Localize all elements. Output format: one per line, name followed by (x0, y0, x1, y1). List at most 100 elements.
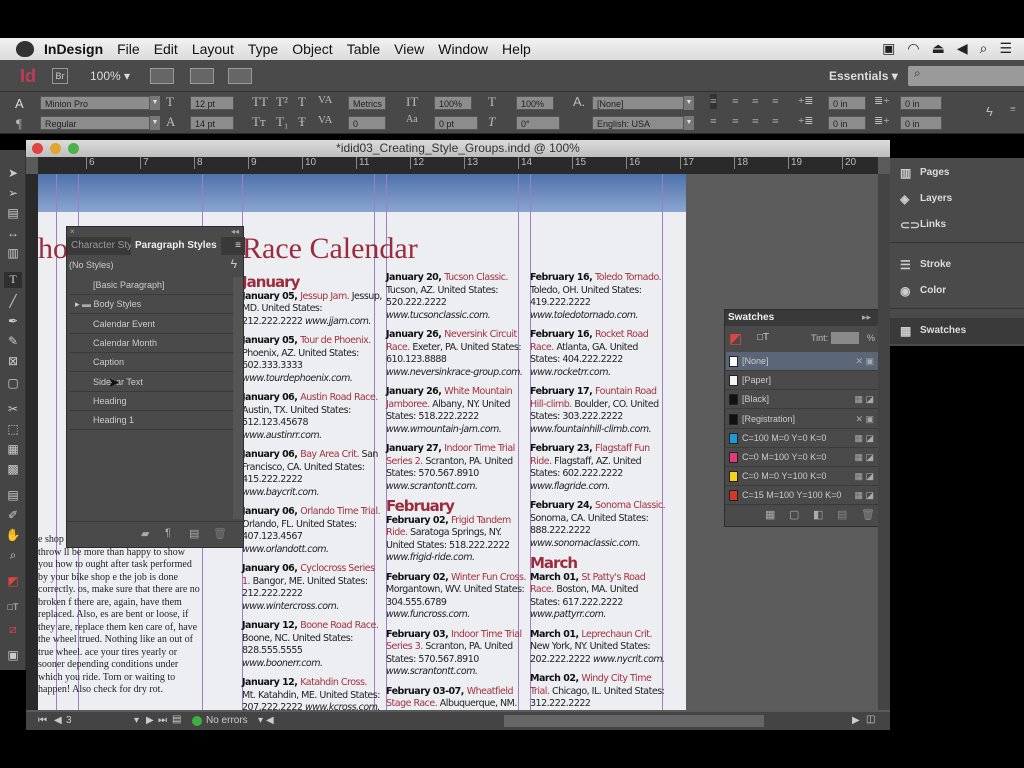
page-number-field[interactable]: 3 (66, 715, 136, 726)
pencil-tool-icon[interactable]: ✎ (4, 334, 22, 350)
language-select[interactable]: English: USA (592, 116, 684, 130)
vertical-ruler[interactable] (26, 174, 38, 710)
zoom-tool-icon[interactable]: ⌕ (4, 548, 22, 564)
menu-table[interactable]: Table (347, 41, 380, 57)
swatch-item[interactable]: [Black] ▦ ◪ (726, 390, 878, 410)
last-page-button[interactable]: ⏭ (158, 715, 167, 726)
type-tool-icon[interactable]: T (4, 272, 22, 288)
screen-mode-icon[interactable] (190, 68, 214, 84)
minimize-window-button[interactable] (50, 143, 61, 154)
scroll-left-button[interactable]: ◀ (266, 715, 274, 726)
apple-icon[interactable] (16, 41, 34, 57)
paragraph-style-item[interactable]: Heading 1 (69, 411, 233, 431)
help-search-input[interactable]: ⌕ (908, 66, 1024, 86)
calendar-event[interactable]: February 02, Winter Fun Cross. Morgantow… (386, 572, 526, 622)
baseline-shift-field[interactable]: 0 pt (434, 116, 478, 130)
character-formatting-icon[interactable]: A (15, 96, 24, 111)
eyedropper-tool-icon[interactable]: ✐ (4, 508, 22, 524)
delete-swatch-icon[interactable]: 🗑 (861, 508, 875, 521)
menu-help[interactable]: Help (502, 41, 531, 57)
align-center-icon[interactable]: ≡ (732, 94, 739, 109)
free-transform-tool-icon[interactable]: ⬚ (4, 422, 22, 438)
justify-all-icon[interactable]: ≡ (752, 114, 759, 129)
leading-field[interactable]: 14 pt (190, 116, 234, 130)
volume-icon[interactable]: ◀ (957, 40, 968, 57)
show-color-swatches-icon[interactable]: ▢ (789, 508, 799, 521)
workspace-switcher[interactable]: Essentials ▾ (829, 69, 898, 83)
skew-field[interactable]: 0° (516, 116, 560, 130)
vertical-scale-field[interactable]: 100% (434, 96, 472, 110)
split-window-icon[interactable]: ◫ (866, 714, 875, 725)
eject-icon[interactable]: ⏏ (932, 40, 945, 57)
selection-tool-icon[interactable]: ➤ (4, 166, 22, 182)
swatch-item[interactable]: [None] ✕ ▣ (726, 352, 878, 371)
paragraph-formatting-icon[interactable]: ¶ (16, 116, 22, 132)
collapse-panel-icon[interactable]: ◂◂ (231, 227, 239, 236)
calendar-event[interactable]: January 06, Orlando Time Trial. Orlando,… (242, 506, 382, 556)
font-family-field[interactable]: Minion Pro (40, 96, 150, 110)
calendar-event[interactable]: January 26, White Mountain Jamboree. Alb… (386, 386, 526, 436)
page-dropdown-icon[interactable]: ▾ (134, 715, 139, 726)
line-tool-icon[interactable]: ╱ (4, 294, 22, 310)
calendar-event[interactable]: January 12, Katahdin Cross. Mt. Katahdin… (242, 677, 382, 710)
kerning-field[interactable]: Metrics (348, 96, 386, 110)
chevron-down-icon[interactable]: ▼ (684, 116, 694, 130)
calendar-event[interactable]: February 03, Indoor Time Trial Series 3.… (386, 629, 526, 679)
menu-type[interactable]: Type (248, 41, 278, 57)
scroll-right-button[interactable]: ▶ (852, 715, 860, 726)
note-tool-icon[interactable]: ▤ (4, 488, 22, 504)
calendar-event[interactable]: February 03-07, Wheatfield Stage Race. A… (386, 686, 526, 711)
dock-item-links[interactable]: ⊂⊃ Links (890, 212, 1024, 238)
menu-layout[interactable]: Layout (192, 41, 234, 57)
formatting-container-text-icon[interactable]: □T (4, 602, 22, 618)
swatches-panel-title[interactable]: Swatches (728, 312, 774, 323)
swatch-item[interactable]: C=15 M=100 Y=100 K=0 ▦ ◪ (726, 486, 878, 506)
calendar-event[interactable]: February 02, Frigid Tandem Ride. Saratog… (386, 515, 526, 565)
calendar-event[interactable]: February 24, Sonoma Classic. Sonoma, CA.… (530, 500, 670, 550)
new-style-group-icon[interactable]: ▰ (141, 527, 149, 540)
content-collector-icon[interactable]: ▥ (4, 246, 22, 262)
swatch-item[interactable]: [Paper] (726, 371, 878, 391)
gradient-swatch-tool-icon[interactable]: ▦ (4, 442, 22, 458)
new-swatch-icon[interactable]: ▤ (837, 508, 847, 521)
calendar-column-1[interactable]: January January 05, Jessup Jam. Jessup, … (242, 272, 382, 710)
paragraph-style-item[interactable]: Heading (69, 392, 233, 411)
dock-item-layers[interactable]: ◈ Layers (890, 186, 1024, 212)
dock-item-pages[interactable]: ▥ Pages (890, 160, 1024, 186)
show-all-swatches-icon[interactable]: ▦ (765, 508, 775, 521)
left-indent-field[interactable]: 0 in (828, 96, 866, 110)
all-caps-icon[interactable]: TT (252, 94, 268, 110)
menu-file[interactable]: File (117, 41, 140, 57)
arrange-documents-icon[interactable] (228, 68, 252, 84)
subscript-icon[interactable]: T₁ (276, 114, 288, 130)
spotlight-icon[interactable]: ⌕ (980, 40, 988, 57)
calendar-column-2[interactable]: January 20, Tucson Classic. Tucson, AZ. … (386, 272, 526, 710)
chevron-down-icon[interactable]: ▼ (150, 116, 160, 130)
close-window-button[interactable] (32, 143, 43, 154)
rectangle-tool-icon[interactable]: ▢ (4, 376, 22, 392)
align-left-icon[interactable]: ≡ (710, 94, 717, 109)
paragraph-style-item[interactable]: Calendar Month (69, 334, 233, 353)
menu-object[interactable]: Object (292, 41, 332, 57)
calendar-event[interactable]: January 12, Boone Road Race. Boone, NC. … (242, 620, 382, 670)
show-gradient-swatches-icon[interactable]: ◧ (813, 508, 823, 521)
calendar-event[interactable]: January 05, Jessup Jam. Jessup, MD. Unit… (242, 291, 382, 329)
collapse-panel-icon[interactable]: ▸▸ (862, 312, 871, 323)
hand-tool-icon[interactable]: ✋ (4, 528, 22, 544)
horizontal-scrollbar-thumb[interactable] (504, 715, 764, 727)
calendar-event[interactable]: March 01, St Patty's Road Race. Boston, … (530, 572, 670, 622)
justify-left-icon[interactable]: ≡ (710, 114, 717, 129)
paragraph-style-item[interactable]: Calendar Event (69, 315, 233, 334)
menu-app[interactable]: InDesign (44, 41, 103, 57)
calendar-event[interactable]: January 06, Austin Road Race. Austin, TX… (242, 392, 382, 442)
last-line-indent-field[interactable]: 0 in (900, 116, 942, 130)
paragraph-style-item[interactable]: ▸ ▬ Body Styles (69, 295, 233, 315)
list-icon[interactable]: ☰ (999, 40, 1012, 57)
clear-overrides-icon[interactable]: ¶ (165, 527, 171, 539)
align-right-icon[interactable]: ≡ (752, 94, 759, 109)
sidebar-body-text[interactable]: e shop to show you how. Often if you thr… (38, 534, 202, 697)
chevron-down-icon[interactable]: ▼ (684, 96, 694, 110)
calendar-event[interactable]: March 02, Windy City Time Trial. Chicago… (530, 673, 670, 710)
calendar-event[interactable]: January 05, Tour de Phoenix. Phoenix, AZ… (242, 335, 382, 385)
calendar-event[interactable]: January 27, Indoor Time Trial Series 2. … (386, 443, 526, 493)
